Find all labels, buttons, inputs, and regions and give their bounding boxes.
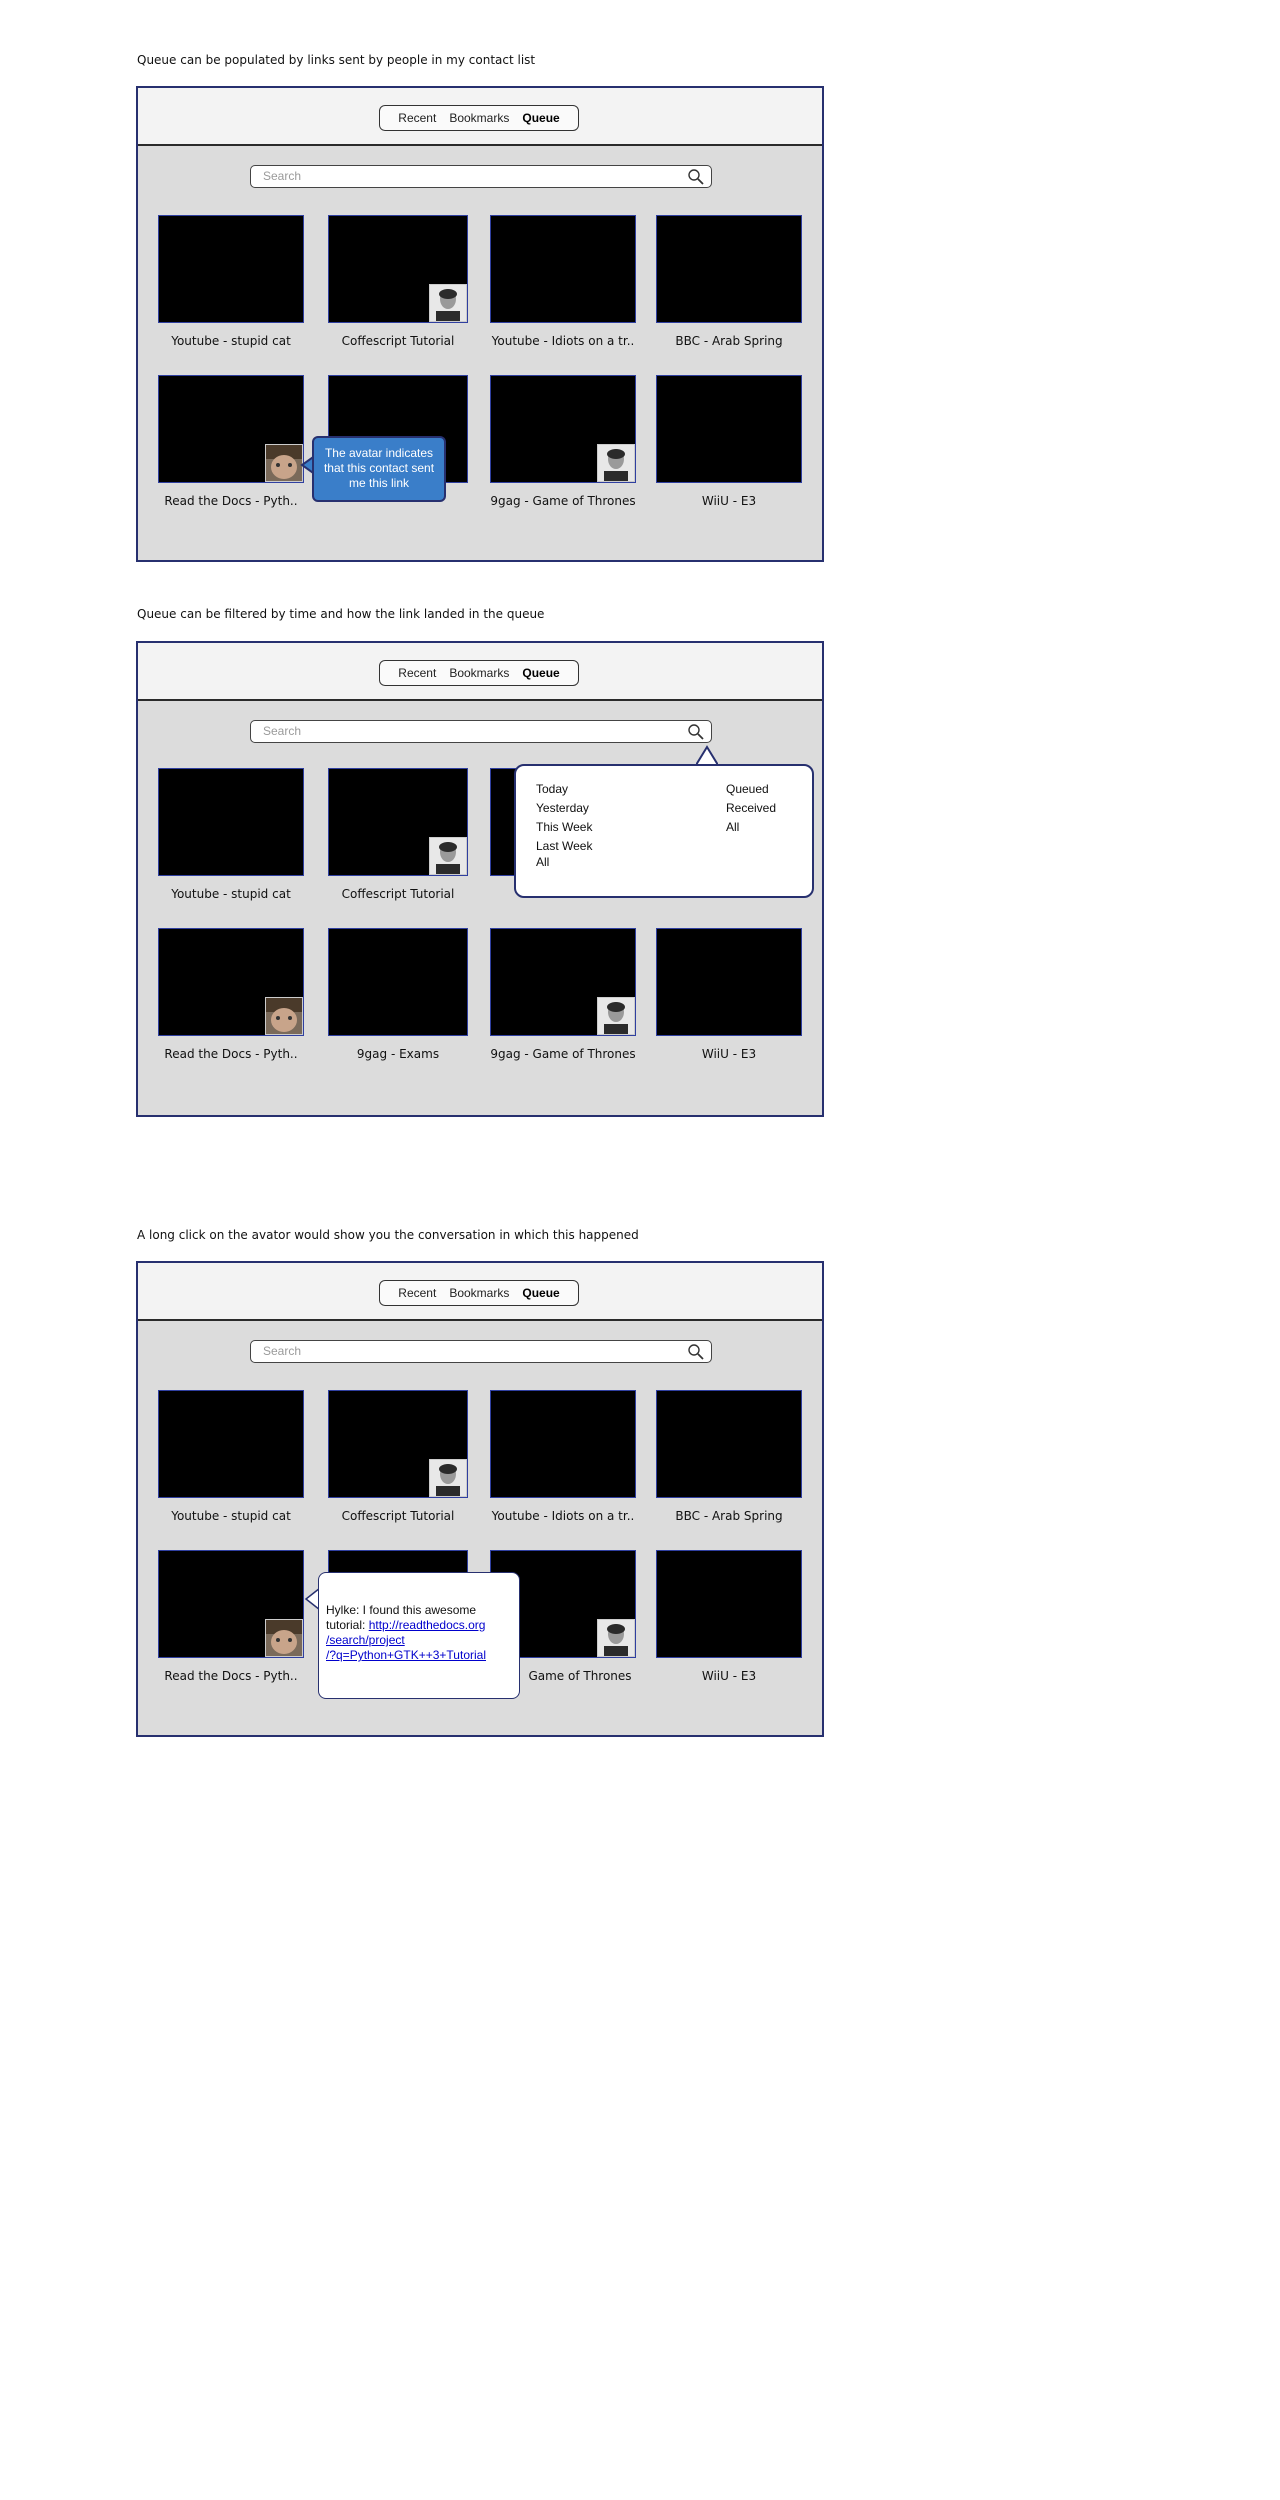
video-title: WiiU - E3 (701, 1669, 757, 1683)
source-filter-list: Queued Received All (726, 782, 776, 839)
tab-recent[interactable]: Recent (398, 111, 436, 125)
video-title: Youtube - Idiots on a tr.. (491, 334, 635, 348)
video-thumbnail[interactable] (158, 1550, 304, 1658)
filter-option-all-time[interactable]: All (536, 855, 592, 874)
section-caption-1: Queue can be populated by links sent by … (137, 53, 536, 67)
video-title: Read the Docs - Pyth.. (164, 1047, 298, 1061)
video-thumbnail[interactable] (490, 928, 636, 1036)
avatar-man-image (430, 838, 466, 874)
contact-avatar-boy[interactable] (265, 444, 303, 482)
video-title: Youtube - stupid cat (171, 334, 291, 348)
video-thumbnail[interactable] (158, 375, 304, 483)
avatar-man-image (598, 445, 634, 481)
tab-recent[interactable]: Recent (398, 1286, 436, 1300)
filter-option-this-week[interactable]: This Week (536, 820, 592, 839)
filter-option-all-sources[interactable]: All (726, 820, 776, 839)
avatar-man-image (598, 1620, 634, 1656)
video-title: 9gag - Game of Thrones (490, 1047, 636, 1061)
panel-header: Recent Bookmarks Queue (138, 88, 822, 146)
tab-queue[interactable]: Queue (522, 666, 559, 680)
video-thumbnail[interactable] (158, 1390, 304, 1498)
video-title: Read the Docs - Pyth.. (164, 1669, 298, 1683)
video-title: Game of Thrones (528, 1669, 632, 1683)
filter-popover: Today Yesterday This Week Last Week All … (514, 764, 814, 898)
video-title: Coffescript Tutorial (341, 334, 455, 348)
video-title: 9gag - Exams (356, 1047, 440, 1061)
filter-option-received[interactable]: Received (726, 801, 776, 820)
tab-queue[interactable]: Queue (522, 1286, 559, 1300)
avatar-boy-image (266, 998, 302, 1034)
video-thumbnail[interactable] (158, 928, 304, 1036)
video-thumbnail[interactable] (328, 768, 468, 876)
contact-avatar-man[interactable] (597, 997, 635, 1035)
video-title: Youtube - stupid cat (171, 1509, 291, 1523)
video-title: Youtube - stupid cat (171, 887, 291, 901)
video-thumbnail[interactable] (490, 1390, 636, 1498)
video-title: Coffescript Tutorial (341, 1509, 455, 1523)
search-icon[interactable] (687, 168, 705, 186)
tab-bookmarks[interactable]: Bookmarks (449, 666, 509, 680)
tab-bar: Recent Bookmarks Queue (379, 1280, 579, 1306)
search-icon[interactable] (687, 723, 705, 741)
video-thumbnail[interactable] (490, 215, 636, 323)
panel-header: Recent Bookmarks Queue (138, 1263, 822, 1321)
avatar-boy-image (266, 1620, 302, 1656)
contact-avatar-boy[interactable] (265, 997, 303, 1035)
filter-option-last-week[interactable]: Last Week (536, 839, 592, 855)
search-placeholder: Search (263, 169, 302, 183)
video-title: Read the Docs - Pyth.. (164, 494, 298, 508)
video-thumbnail[interactable] (656, 1550, 802, 1658)
video-title: WiiU - E3 (701, 494, 757, 508)
avatar-man-image (598, 998, 634, 1034)
video-title: BBC - Arab Spring (675, 334, 783, 348)
search-input[interactable]: Search (250, 1340, 712, 1363)
contact-avatar-boy[interactable] (265, 1619, 303, 1657)
tab-queue[interactable]: Queue (522, 111, 559, 125)
video-title: Youtube - Idiots on a tr.. (491, 1509, 635, 1523)
avatar-man-image (430, 1460, 466, 1496)
tab-bar: Recent Bookmarks Queue (379, 660, 579, 686)
contact-avatar-man[interactable] (597, 1619, 635, 1657)
conversation-popover: Hylke: I found this awesome tutorial: ht… (318, 1572, 520, 1699)
tab-bar: Recent Bookmarks Queue (379, 105, 579, 131)
time-filter-list: Today Yesterday This Week Last Week All (536, 782, 592, 874)
video-title: BBC - Arab Spring (675, 1509, 783, 1523)
tab-bookmarks[interactable]: Bookmarks (449, 111, 509, 125)
panel-header: Recent Bookmarks Queue (138, 643, 822, 701)
video-thumbnail[interactable] (656, 375, 802, 483)
search-placeholder: Search (263, 1344, 302, 1358)
search-input[interactable]: Search (250, 720, 712, 743)
search-icon[interactable] (687, 1343, 705, 1361)
video-thumbnail[interactable] (656, 928, 802, 1036)
video-title: WiiU - E3 (701, 1047, 757, 1061)
contact-avatar-man[interactable] (429, 837, 467, 875)
search-placeholder: Search (263, 724, 302, 738)
filter-option-queued[interactable]: Queued (726, 782, 776, 801)
queue-panel-1: Recent Bookmarks Queue Search Youtube - … (136, 86, 824, 562)
video-thumbnail[interactable] (158, 768, 304, 876)
avatar-man-image (430, 285, 466, 321)
search-input[interactable]: Search (250, 165, 712, 188)
video-thumbnail[interactable] (656, 1390, 802, 1498)
tab-bookmarks[interactable]: Bookmarks (449, 1286, 509, 1300)
video-thumbnail[interactable] (656, 215, 802, 323)
video-title: 9gag - Game of Thrones (490, 494, 636, 508)
section-caption-3: A long click on the avator would show yo… (137, 1228, 639, 1242)
video-title: Coffescript Tutorial (341, 887, 455, 901)
avatar-boy-image (266, 445, 302, 481)
video-thumbnail[interactable] (328, 1390, 468, 1498)
section-caption-2: Queue can be filtered by time and how th… (137, 607, 545, 621)
contact-avatar-man[interactable] (429, 1459, 467, 1497)
avatar-explainer-callout: The avatar indicates that this contact s… (312, 436, 446, 502)
tab-recent[interactable]: Recent (398, 666, 436, 680)
contact-avatar-man[interactable] (429, 284, 467, 322)
video-thumbnail[interactable] (328, 215, 468, 323)
filter-option-yesterday[interactable]: Yesterday (536, 801, 592, 820)
contact-avatar-man[interactable] (597, 444, 635, 482)
video-thumbnail[interactable] (490, 375, 636, 483)
filter-option-today[interactable]: Today (536, 782, 592, 801)
video-thumbnail[interactable] (158, 215, 304, 323)
video-thumbnail[interactable] (328, 928, 468, 1036)
